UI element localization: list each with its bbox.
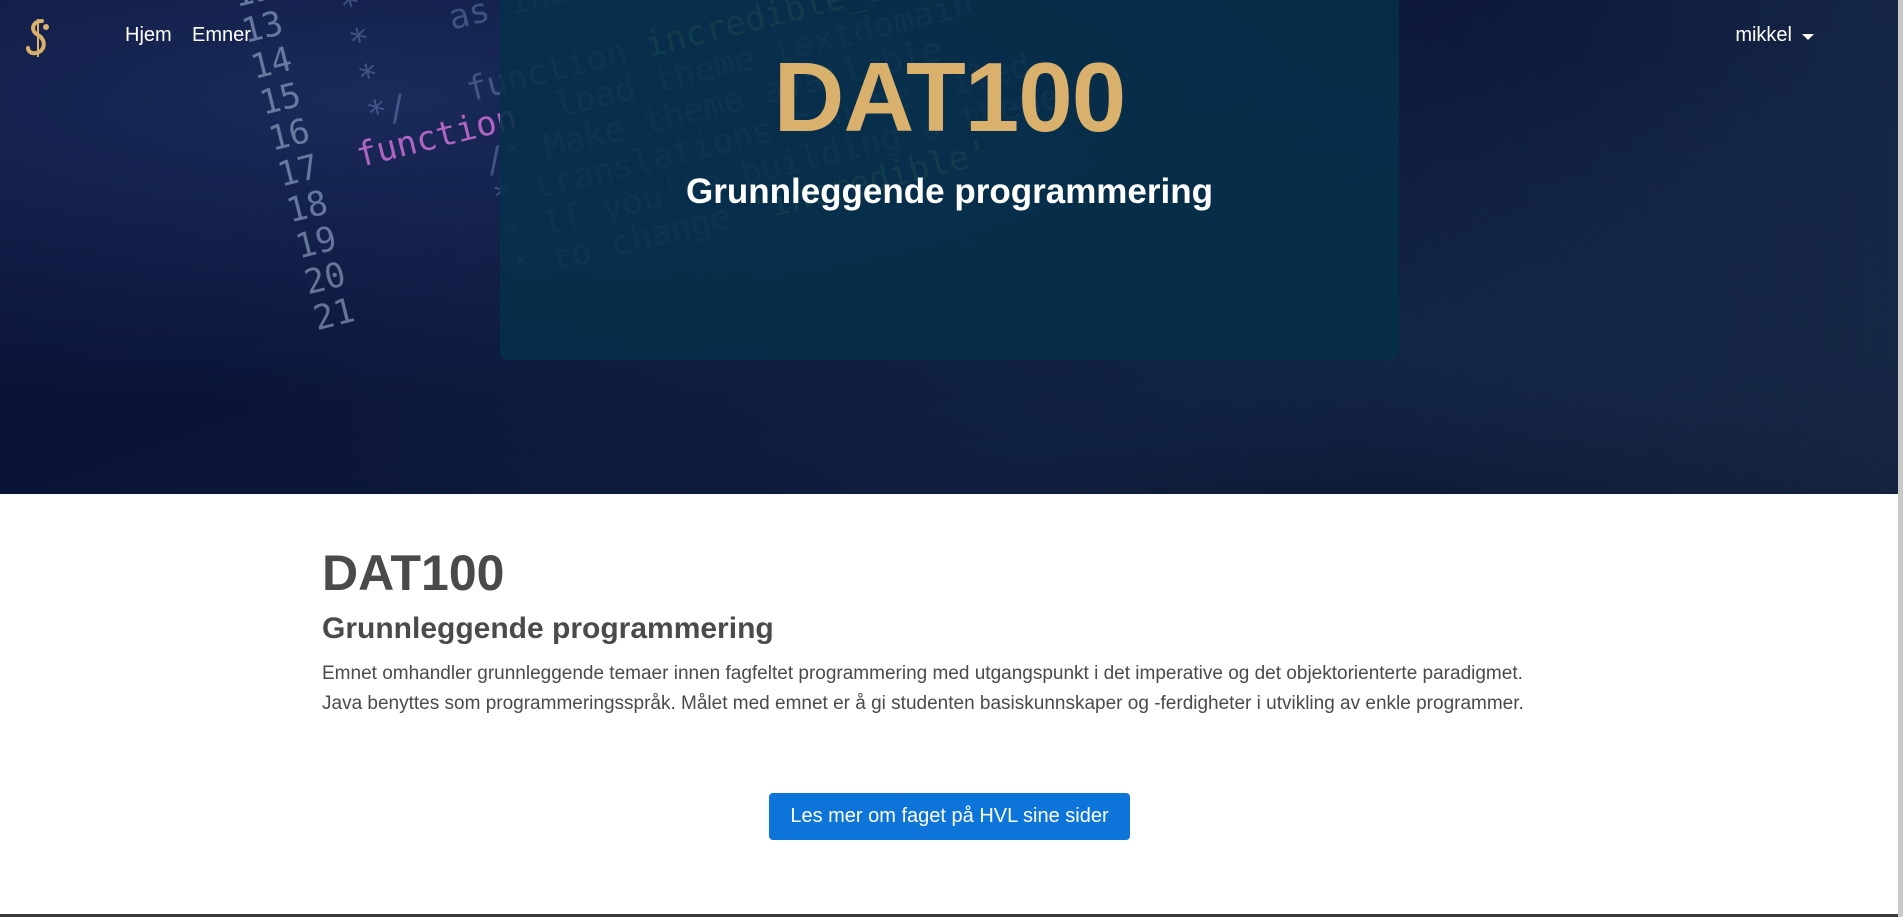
chevron-down-icon: [1802, 34, 1814, 40]
hero-card: DAT100 Grunnleggende programmering: [500, 0, 1399, 360]
read-more-button[interactable]: Les mer om faget på HVL sine sider: [769, 793, 1130, 840]
course-description: Emnet omhandler grunnleggende temaer inn…: [322, 663, 1524, 714]
nav-link-emner[interactable]: Emner: [192, 24, 251, 47]
hero-subtitle: Grunnleggende programmering: [686, 172, 1213, 211]
course-name: Grunnleggende programmering: [322, 612, 774, 645]
hvl-logo-icon[interactable]: [22, 17, 56, 59]
user-name: mikkel: [1735, 24, 1792, 46]
course-content: DAT100 Grunnleggende programmering Emnet…: [322, 545, 1552, 719]
page-scrollbar[interactable]: [1898, 0, 1903, 917]
course-code: DAT100: [322, 545, 505, 601]
user-menu-dropdown[interactable]: mikkel: [1735, 24, 1814, 47]
hero-title: DAT100: [773, 42, 1127, 152]
nav-link-hjem[interactable]: Hjem: [125, 24, 172, 47]
